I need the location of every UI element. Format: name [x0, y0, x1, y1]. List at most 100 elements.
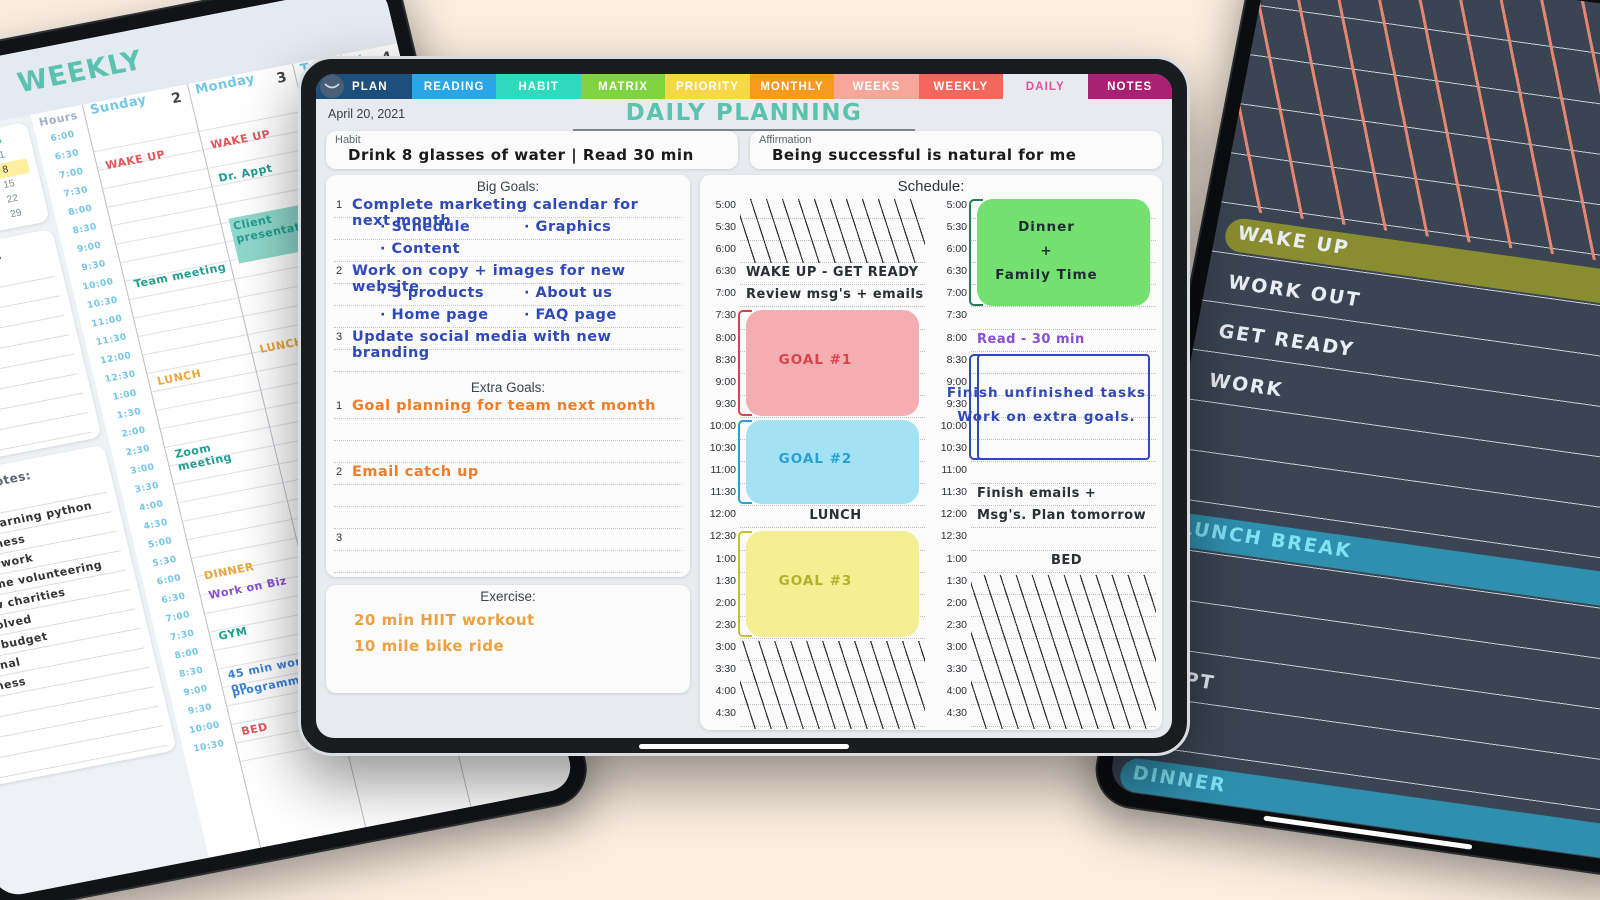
- dark-entry-text: GET READY: [1216, 320, 1357, 361]
- extra-goal-number: 3: [336, 532, 343, 544]
- schedule-time: 9:30: [715, 397, 736, 410]
- schedule-time: 12:30: [940, 530, 967, 543]
- schedule-time: 9:00: [715, 375, 736, 388]
- schedule-time: 11:00: [941, 464, 968, 477]
- extra-goal-line[interactable]: 1 Goal planning for team next month: [334, 397, 682, 419]
- goal-text: · Home page: [380, 307, 489, 323]
- big-goals-title: Big Goals:: [476, 179, 540, 194]
- tab-weekly[interactable]: WEEKLY: [918, 74, 1004, 99]
- tab-matrix[interactable]: MATRIX: [580, 74, 666, 99]
- schedule-note: WAKE UP - GET READY: [746, 265, 919, 281]
- goal-subtext: · Graphics: [524, 219, 612, 235]
- extra-goal-line[interactable]: [334, 551, 682, 573]
- schedule-time: 8:00: [946, 331, 967, 344]
- goal-line[interactable]: · 5 products · About us: [334, 284, 682, 306]
- tab-notes[interactable]: NOTES: [1087, 74, 1172, 99]
- tab-weeks[interactable]: WEEKS: [834, 74, 919, 99]
- schedule-time: 10:00: [709, 419, 736, 432]
- tab-label: MONTHLY: [760, 80, 824, 93]
- goal-subtext: · About us: [524, 285, 613, 301]
- schedule-note: Review msg's + emails: [746, 287, 924, 303]
- schedule-row[interactable]: 7:30: [931, 307, 1162, 330]
- goal-line[interactable]: 2 Work on copy + images for new website: [334, 262, 682, 295]
- extra-goal-line[interactable]: 3: [334, 529, 682, 551]
- schedule-time: 5:00: [946, 199, 967, 211]
- schedule-entry-text: Finish unfinished tasks: [946, 384, 1147, 401]
- schedule-row[interactable]: 11:00: [931, 462, 1162, 485]
- schedule-columns: 5:00 5:30 6:00 6:30 7:00 7:30 8:00 8:30 9:00 9:30…: [700, 197, 1162, 730]
- goal-line[interactable]: 1 Complete marketing calendar for next mo…: [334, 196, 682, 229]
- schedule-time: 8:30: [946, 353, 967, 366]
- extra-goal-line[interactable]: [334, 441, 682, 463]
- tab-label: PRIORITY: [675, 80, 740, 93]
- schedule-time: 1:00: [715, 552, 736, 565]
- schedule-time: 4:00: [715, 685, 736, 698]
- goal-line[interactable]: 3 Update social media with new branding: [334, 328, 682, 361]
- schedule-scribble: [740, 199, 925, 263]
- schedule-entry-text: GOAL #3: [778, 572, 853, 589]
- tab-label: WEEKLY: [933, 80, 989, 93]
- goal-line[interactable]: [334, 350, 682, 372]
- schedule-time: 6:30: [715, 265, 736, 278]
- exercise-panel[interactable]: Exercise: 20 min HIIT workout 10 mile bik…: [326, 585, 690, 693]
- goal-line[interactable]: · Content: [334, 240, 682, 262]
- goal-number: 2: [336, 265, 343, 277]
- extra-goal-line[interactable]: 2 Email catch up: [334, 463, 682, 485]
- schedule-time: 5:30: [715, 221, 736, 234]
- schedule-entry-text: Dinner: [1018, 219, 1075, 236]
- extra-goal-line[interactable]: [334, 485, 682, 507]
- extra-goal-line[interactable]: [334, 507, 682, 529]
- schedule-row[interactable]: 12:30: [931, 528, 1162, 551]
- schedule-panel[interactable]: Schedule: 5:00 5:30 6:00 6:30 7:00 7:30 8:00 8:…: [700, 175, 1162, 730]
- extra-goals-title: Extra Goals:: [470, 380, 546, 395]
- habit-field[interactable]: Habit Drink 8 glasses of water | Read 30…: [326, 131, 738, 169]
- schedule-outline-block[interactable]: [977, 353, 1150, 461]
- schedule-time: 3:00: [715, 640, 736, 653]
- affirmation-label: Affirmation: [759, 134, 812, 146]
- schedule-column-pm[interactable]: 5:00 5:30 6:00 6:30 7:00 7:30 8:00 8:30 9:00 9:30…: [931, 197, 1162, 730]
- schedule-time: 3:30: [715, 662, 736, 675]
- schedule-column-am[interactable]: 5:00 5:30 6:00 6:30 7:00 7:30 8:00 8:30 9:00 9:30…: [700, 197, 931, 730]
- affirmation-field[interactable]: Affirmation Being successful is natural …: [750, 131, 1162, 169]
- tab-label: MATRIX: [598, 80, 648, 93]
- schedule-time: 3:30: [946, 662, 967, 675]
- schedule-entry-text: GOAL #1: [778, 351, 853, 368]
- goal-line[interactable]: · Schedule · Graphics: [334, 218, 682, 240]
- main-content: Big Goals: 1 Complete marketing calendar …: [316, 175, 1172, 738]
- extra-goal-line[interactable]: [334, 419, 682, 441]
- tab-daily[interactable]: DAILY: [1003, 74, 1088, 99]
- habit-label: Habit: [335, 134, 361, 146]
- schedule-time: 4:30: [715, 707, 736, 720]
- tab-reading[interactable]: READING: [412, 74, 497, 99]
- goal-number: 3: [336, 331, 343, 343]
- extra-goal-number: 2: [336, 466, 343, 478]
- dark-entry-text: SON'S GAME: [1112, 860, 1269, 863]
- date-label[interactable]: April 20, 2021: [328, 107, 405, 121]
- schedule-note: LUNCH: [809, 508, 862, 524]
- big-goals-panel[interactable]: Big Goals: 1 Complete marketing calendar …: [326, 175, 690, 577]
- goal-line[interactable]: · Home page · FAQ page: [334, 306, 682, 328]
- schedule-time: 7:30: [715, 309, 736, 322]
- affirmation-value: Being successful is natural for me: [772, 146, 1077, 164]
- tab-habit[interactable]: HABIT: [496, 74, 581, 99]
- schedule-note: Finish emails +: [977, 486, 1097, 502]
- goal-number: 1: [336, 199, 343, 211]
- home-indicator-center: [639, 744, 849, 749]
- scene: WEEKLY YTFS16678121314151920212226272829…: [0, 0, 1600, 900]
- tab-label: WEEKS: [852, 80, 901, 93]
- schedule-time: 2:30: [946, 618, 967, 631]
- tab-plan[interactable]: PLAN: [316, 74, 412, 99]
- goal-text: · Schedule: [380, 219, 471, 235]
- tab-priority[interactable]: PRIORITY: [665, 74, 750, 99]
- dark-entry-text: WORK: [1207, 369, 1286, 402]
- center-tablet-daily: PLAN READING HABIT MATRIX PRIORITY MONTHLY WEE…: [298, 56, 1190, 756]
- schedule-time: 10:30: [940, 442, 967, 455]
- extra-goal-number: 1: [336, 400, 343, 412]
- tab-monthly[interactable]: MONTHLY: [749, 74, 835, 99]
- schedule-time: 4:30: [946, 707, 967, 720]
- exercise-title: Exercise:: [480, 589, 536, 604]
- schedule-time: 6:00: [715, 243, 736, 256]
- schedule-scribble: [971, 574, 1156, 730]
- extra-goals-list: 1 Goal planning for team next month 2 Email…: [326, 397, 690, 577]
- schedule-time: 1:30: [946, 574, 967, 587]
